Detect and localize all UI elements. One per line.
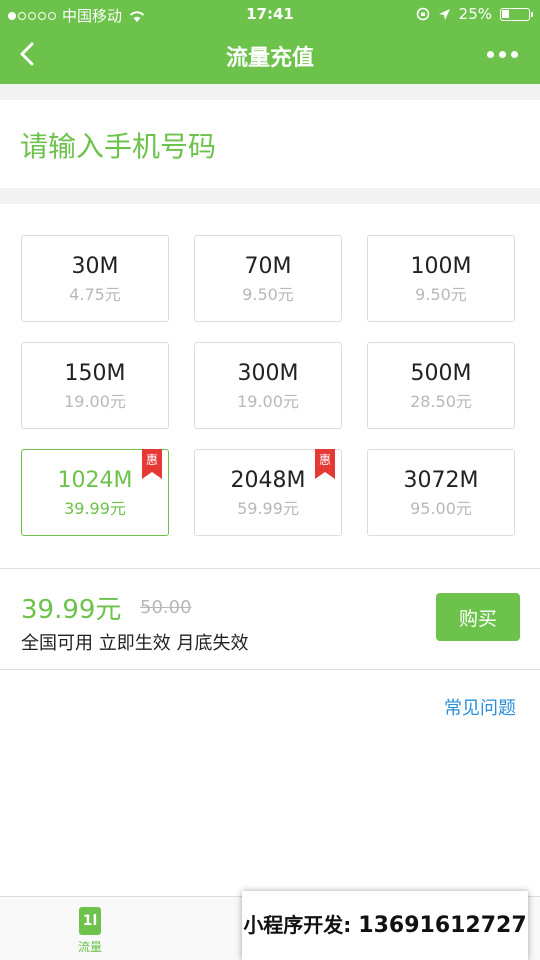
page-title: 流量充值: [225, 46, 314, 71]
phone-number-input[interactable]: [20, 126, 520, 166]
divider: [0, 669, 540, 670]
section-divider: [0, 188, 540, 204]
tab-label: 流量: [77, 940, 102, 954]
package-card-70m[interactable]: 70M 9.50元: [194, 235, 342, 322]
package-price: 28.50元: [410, 392, 472, 411]
package-description: 全国可用 立即生效 月底失效: [21, 633, 249, 654]
package-card-3072m[interactable]: 3072M 95.00元: [367, 449, 515, 536]
package-card-1024m[interactable]: 1024M 39.99元 惠: [21, 449, 169, 536]
package-size: 3072M: [403, 468, 479, 493]
package-price: 4.75元: [69, 285, 121, 304]
package-card-2048m[interactable]: 2048M 59.99元 惠: [194, 449, 342, 536]
package-size: 100M: [410, 254, 472, 279]
section-divider: [0, 84, 540, 100]
order-summary: 39.99元 50.00 全国可用 立即生效 月底失效 购买: [0, 569, 540, 669]
package-price: 39.99元: [64, 499, 126, 518]
package-size: 300M: [237, 361, 299, 386]
status-bar: 中国移动 17:41 25%: [0, 0, 540, 28]
discount-badge-label: 惠: [145, 453, 158, 467]
package-card-150m[interactable]: 150M 19.00元: [21, 342, 169, 429]
developer-watermark: 小程序开发: 13691612727: [242, 891, 528, 960]
data-flow-icon: 1l: [79, 907, 101, 935]
package-grid: 30M 4.75元 70M 9.50元 100M 9.50元 150M 19.0…: [21, 235, 515, 537]
discount-badge-label: 惠: [318, 453, 331, 467]
top-bar: 中国移动 17:41 25% 流量充值: [0, 0, 540, 84]
package-price: 9.50元: [415, 285, 467, 304]
package-size: 70M: [244, 254, 292, 279]
battery-level: [502, 9, 509, 18]
rotation-lock-icon: [416, 7, 429, 21]
package-price: 9.50元: [242, 285, 294, 304]
package-size: 150M: [64, 361, 126, 386]
buy-button[interactable]: 购买: [436, 593, 520, 641]
package-card-500m[interactable]: 500M 28.50元: [367, 342, 515, 429]
package-price: 95.00元: [410, 499, 472, 518]
more-dots-icon[interactable]: [487, 42, 518, 66]
package-price: 19.00元: [64, 392, 126, 411]
faq-link[interactable]: 常见问题: [444, 694, 516, 720]
package-card-300m[interactable]: 300M 19.00元: [194, 342, 342, 429]
selected-price: 39.99元: [21, 595, 122, 625]
location-icon: [438, 8, 450, 20]
original-price: 50.00: [140, 597, 192, 618]
package-card-100m[interactable]: 100M 9.50元: [367, 235, 515, 322]
package-size: 30M: [71, 254, 119, 279]
battery-icon: [500, 7, 533, 21]
package-size: 500M: [410, 361, 472, 386]
package-price: 59.99元: [237, 499, 299, 518]
tab-data-flow[interactable]: 1l 流量: [0, 903, 180, 955]
discount-badge: 惠: [315, 449, 335, 479]
battery-percent: 25%: [458, 5, 492, 23]
watermark-label: 小程序开发:: [243, 913, 352, 937]
navigation-bar: 流量充值: [0, 28, 540, 84]
watermark-number: 13691612727: [358, 913, 527, 938]
discount-badge: 惠: [142, 449, 162, 479]
phone-input-row: [0, 100, 540, 188]
package-price: 19.00元: [237, 392, 299, 411]
package-card-30m[interactable]: 30M 4.75元: [21, 235, 169, 322]
